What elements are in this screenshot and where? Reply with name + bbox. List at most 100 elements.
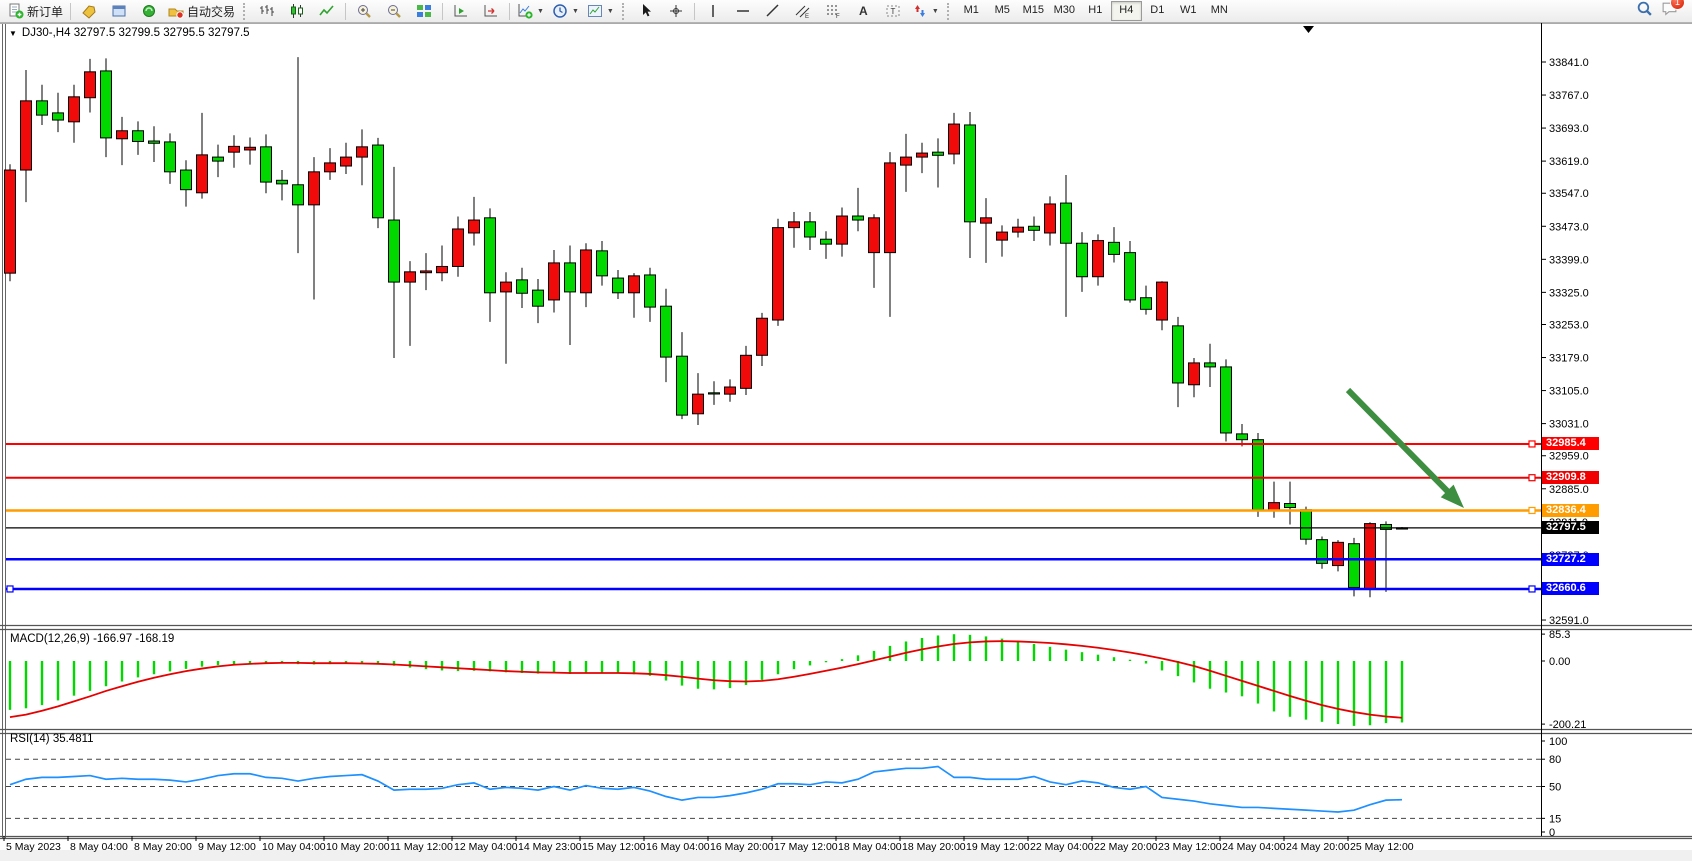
price-badge-32727.2: 32727.2 xyxy=(1542,553,1599,566)
toolbar-grip[interactable] xyxy=(622,3,627,20)
rsi-tick-label: 80 xyxy=(1549,754,1561,766)
arrows-button[interactable]: ▼ xyxy=(908,0,943,22)
vertical-line-button[interactable] xyxy=(698,0,728,22)
date-tick-label: 18 May 04:00 xyxy=(838,841,902,853)
timeframe-button-h4[interactable]: H4 xyxy=(1111,1,1142,21)
timeframe-button-h1[interactable]: H1 xyxy=(1080,1,1111,21)
chart-collapse-icon[interactable]: ▼ xyxy=(9,29,17,38)
fibonacci-icon: F xyxy=(825,3,841,19)
date-tick-label: 19 May 12:00 xyxy=(966,841,1030,853)
zoom-in-button[interactable] xyxy=(349,0,379,22)
price-tick-label: 33767.0 xyxy=(1549,90,1589,102)
timeframe-button-m30[interactable]: M30 xyxy=(1049,1,1080,21)
navigator-icon xyxy=(141,3,157,19)
chevron-down-icon[interactable]: ▼ xyxy=(932,8,939,15)
market-watch-button[interactable] xyxy=(74,0,104,22)
periods-button[interactable]: ▼ xyxy=(548,0,583,22)
chevron-down-icon[interactable]: ▼ xyxy=(572,8,579,15)
price-badge-32836.4: 32836.4 xyxy=(1542,504,1599,517)
new-order-icon xyxy=(8,3,24,19)
timeframe-button-m15[interactable]: M15 xyxy=(1018,1,1049,21)
bar-chart-button[interactable] xyxy=(252,0,282,22)
text-button[interactable]: A xyxy=(848,0,878,22)
price-badge-32909.8: 32909.8 xyxy=(1542,471,1599,484)
chart-canvas[interactable]: 33841.033767.033693.033619.033547.033473… xyxy=(0,0,1692,861)
crosshair-icon xyxy=(668,3,684,19)
line-chart-button[interactable] xyxy=(312,0,342,22)
date-tick-label: 9 May 12:00 xyxy=(198,841,256,853)
candle xyxy=(1349,538,1360,596)
tile-windows-button[interactable] xyxy=(409,0,439,22)
horizontal-line-button[interactable] xyxy=(728,0,758,22)
svg-text:T: T xyxy=(890,7,895,16)
macd-tick-label: 85.3 xyxy=(1549,629,1570,641)
trendline-button[interactable] xyxy=(758,0,788,22)
candle xyxy=(1301,507,1312,545)
price-tick-label: 33547.0 xyxy=(1549,188,1589,200)
templates-button[interactable]: ▼ xyxy=(583,0,618,22)
price-tick-label: 33399.0 xyxy=(1549,254,1589,266)
channel-button[interactable]: E xyxy=(788,0,818,22)
auto-trading-icon xyxy=(168,3,184,19)
timeframe-button-mn[interactable]: MN xyxy=(1204,1,1235,21)
periods-icon xyxy=(552,3,568,19)
price-tick-label: 33473.0 xyxy=(1549,221,1589,233)
chevron-down-icon[interactable]: ▼ xyxy=(607,8,614,15)
price-tick-label: 33841.0 xyxy=(1549,57,1589,69)
candlestick-icon xyxy=(289,3,305,19)
hline-handle[interactable] xyxy=(1529,441,1535,447)
chart-title-text: DJ30-,H4 32797.5 32799.5 32795.5 32797.5 xyxy=(22,27,250,39)
notification-count-badge: 1 xyxy=(1670,0,1685,10)
chevron-down-icon[interactable]: ▼ xyxy=(537,8,544,15)
hline-handle[interactable] xyxy=(1529,507,1535,513)
crosshair-button[interactable] xyxy=(661,0,691,22)
date-tick-label: 16 May 20:00 xyxy=(710,841,774,853)
toolbar-separator xyxy=(345,3,346,20)
toolbar-grip[interactable] xyxy=(243,3,248,20)
line-chart-icon xyxy=(319,3,335,19)
price-tick-label: 33179.0 xyxy=(1549,353,1589,365)
chart-shift-button[interactable] xyxy=(476,0,506,22)
candle xyxy=(1253,433,1264,517)
indicators-button[interactable]: ▼ xyxy=(513,0,548,22)
date-tick-label: 22 May 04:00 xyxy=(1030,841,1094,853)
rsi-indicator-label: RSI(14) 35.4811 xyxy=(10,733,94,745)
auto-trading-button[interactable]: 自动交易 xyxy=(164,0,239,22)
hline-handle[interactable] xyxy=(7,586,13,592)
candle xyxy=(773,219,784,326)
svg-text:F: F xyxy=(836,14,840,19)
macd-indicator-label: MACD(12,26,9) -166.97 -168.19 xyxy=(10,633,174,645)
navigator-button[interactable] xyxy=(134,0,164,22)
main-toolbar: 新订单 自动交易 ▼ ▼ ▼ E F A T ▼ M1M5M15M30H1H4D1W1MN 1 xyxy=(0,0,1692,23)
date-tick-label: 24 May 04:00 xyxy=(1222,841,1286,853)
hline-handle[interactable] xyxy=(1529,475,1535,481)
text-label-icon: T xyxy=(885,3,901,19)
toolbar-separator xyxy=(70,3,71,20)
date-tick-label: 15 May 12:00 xyxy=(582,841,646,853)
new-order-button[interactable]: 新订单 xyxy=(4,0,67,22)
zoom-out-button[interactable] xyxy=(379,0,409,22)
auto-scroll-button[interactable] xyxy=(446,0,476,22)
timeframe-button-m1[interactable]: M1 xyxy=(956,1,987,21)
timeframe-button-m5[interactable]: M5 xyxy=(987,1,1018,21)
date-tick-label: 12 May 04:00 xyxy=(454,841,518,853)
cursor-button[interactable] xyxy=(631,0,661,22)
trendline-icon xyxy=(765,3,781,19)
timeframe-button-d1[interactable]: D1 xyxy=(1142,1,1173,21)
price-tick-label: 32959.0 xyxy=(1549,451,1589,463)
text-label-button[interactable]: T xyxy=(878,0,908,22)
fibonacci-button[interactable]: F xyxy=(818,0,848,22)
hline-handle[interactable] xyxy=(1529,586,1535,592)
price-badge-32985.4: 32985.4 xyxy=(1542,437,1599,450)
toolbar-grip[interactable] xyxy=(947,3,952,20)
date-tick-label: 8 May 20:00 xyxy=(134,841,192,853)
chart-shift-icon xyxy=(483,3,499,19)
data-window-button[interactable] xyxy=(104,0,134,22)
date-tick-label: 17 May 12:00 xyxy=(774,841,838,853)
notifications-button[interactable]: 1 xyxy=(1661,0,1678,22)
timeframe-button-w1[interactable]: W1 xyxy=(1173,1,1204,21)
text-icon: A xyxy=(855,3,871,19)
search-button[interactable] xyxy=(1636,0,1653,22)
channel-icon: E xyxy=(795,3,811,19)
candlestick-button[interactable] xyxy=(282,0,312,22)
